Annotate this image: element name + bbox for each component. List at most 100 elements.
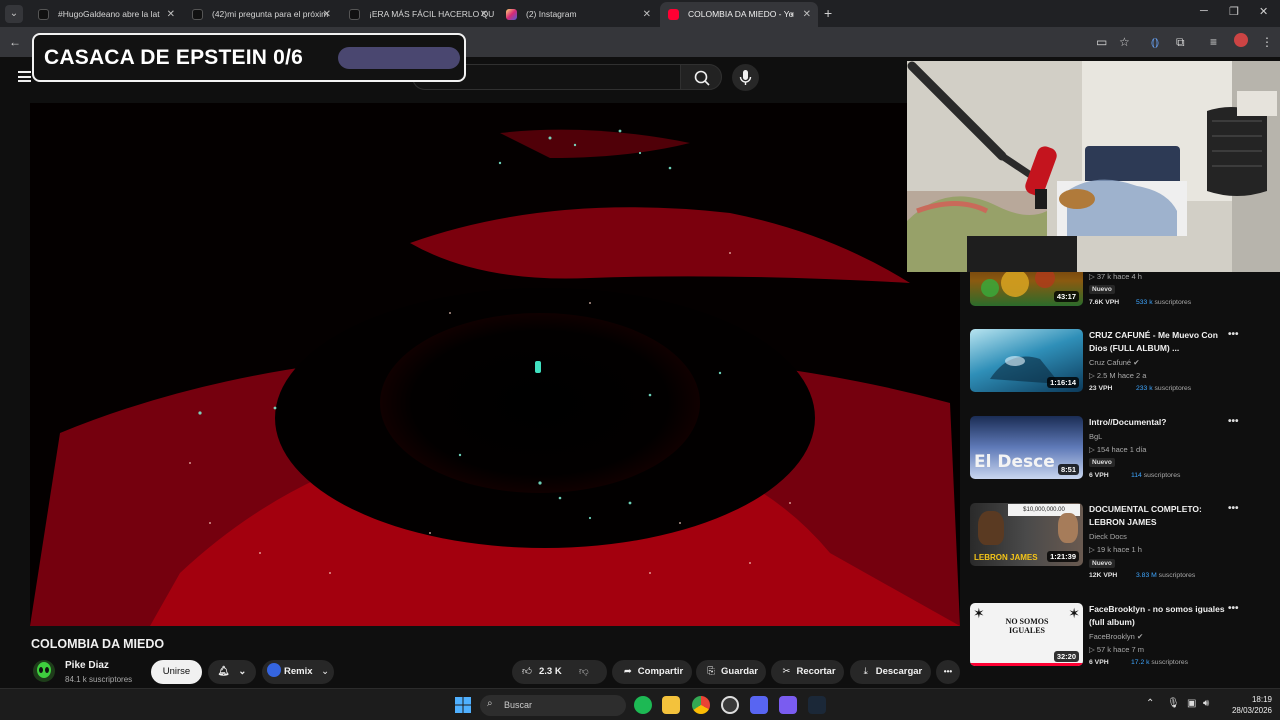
- back-icon[interactable]: ←: [9, 35, 21, 49]
- more-options-icon[interactable]: •••: [1228, 416, 1239, 427]
- windows-taskbar: Buscar ⌕ ⌃ 🎙︎ ▣ 🔊︎ 18:19 28/03/2026: [0, 688, 1280, 720]
- hamburger-menu-icon[interactable]: [18, 71, 31, 82]
- channel-avatar[interactable]: [33, 660, 55, 682]
- discord-icon[interactable]: [750, 696, 768, 714]
- volume-icon[interactable]: 🔊︎: [1203, 698, 1209, 709]
- like-count[interactable]: 2.3 K: [539, 666, 562, 677]
- chrome-icon[interactable]: [692, 696, 710, 714]
- vph-badge: 12K VPH: [1089, 572, 1118, 579]
- channel-name[interactable]: Pike Diaz: [65, 660, 109, 671]
- thumbs-down-icon[interactable]: 👎︎: [579, 660, 589, 684]
- more-options-icon[interactable]: •••: [1228, 329, 1239, 340]
- speaker-icon[interactable]: 🔈︎: [791, 2, 796, 27]
- taskbar-clock[interactable]: 18:19 28/03/2026: [1226, 694, 1272, 716]
- lebron-photo: [978, 511, 1004, 545]
- notifications-button[interactable]: 🔔︎ ⌄: [208, 660, 256, 684]
- channel-label: Cruz Cafuné: [1089, 358, 1132, 367]
- webcam-overlay: [907, 61, 1280, 272]
- tray-overflow-icon[interactable]: ⌃: [1146, 698, 1154, 709]
- tab-close-icon[interactable]: ✕: [167, 2, 175, 27]
- duration-badge: 43:17: [1053, 291, 1079, 302]
- tab-title: ¡ERA MÁS FÁCIL HACERLO QUE: [369, 9, 495, 19]
- close-window-icon[interactable]: ✕: [1259, 5, 1268, 18]
- new-tab-button[interactable]: +: [824, 5, 832, 21]
- recommendation-channel: FaceBrooklyn ✔︎: [1089, 632, 1143, 641]
- taskbar-search-input[interactable]: Buscar: [480, 695, 626, 716]
- clock-date: 28/03/2026: [1231, 706, 1272, 715]
- star-icon: ✶: [1068, 605, 1080, 621]
- recommendation-item[interactable]: 1:16:14 CRUZ CAFUNÉ - Me Muevo Con Dios …: [970, 329, 1245, 395]
- join-button[interactable]: Unirse: [151, 660, 202, 684]
- search-button[interactable]: [680, 64, 722, 90]
- recommendation-title[interactable]: Intro//Documental?: [1089, 416, 1227, 429]
- video-player[interactable]: [30, 103, 960, 626]
- tab-search-button[interactable]: ⌄: [5, 5, 23, 23]
- minimize-icon[interactable]: ─: [1200, 5, 1208, 17]
- recommendation-channel: Dieck Docs: [1089, 532, 1127, 541]
- remix-button[interactable]: Remix ⌄: [262, 660, 334, 684]
- browser-tab[interactable]: (2) Instagram ✕: [498, 2, 658, 27]
- tab-close-icon[interactable]: ✕: [803, 2, 811, 27]
- more-options-icon[interactable]: •••: [1228, 503, 1239, 514]
- bookmark-star-icon[interactable]: ☆: [1119, 35, 1130, 49]
- microphone-tray-icon[interactable]: 🎙︎: [1167, 698, 1180, 709]
- recommendation-channel: Cruz Cafuné ✔︎: [1089, 358, 1140, 367]
- tab-close-icon[interactable]: ✕: [643, 2, 651, 27]
- duration-badge: 8:51: [1057, 464, 1079, 475]
- clock-time: 18:19: [1251, 695, 1272, 704]
- file-explorer-icon[interactable]: [662, 696, 680, 714]
- duration-badge: 1:21:39: [1047, 551, 1079, 562]
- browser-tab-strip: ⌄ #HugoGaldeano abre la lat ✕ (42)mi pre…: [0, 0, 1280, 27]
- browser-menu-icon[interactable]: ⋮: [1261, 35, 1273, 49]
- spotify-icon[interactable]: [634, 696, 652, 714]
- video-thumbnail[interactable]: $10,000,000.00 LEBRON JAMES 1:21:39: [970, 503, 1083, 566]
- thumbnail-text: El Desce: [974, 452, 1055, 472]
- subs-badge: 3.83 M suscriptores: [1136, 572, 1195, 579]
- browser-tab[interactable]: (42)mi pregunta para el próxim ✕: [184, 2, 338, 27]
- network-icon[interactable]: ▣: [1187, 698, 1196, 709]
- app-grid-icon[interactable]: [779, 696, 797, 714]
- video-thumbnail[interactable]: ✶ ✶ NO SOMOS IGUALES 32:20: [970, 603, 1083, 666]
- extension-wave-icon[interactable]: ⦅⦆: [1151, 35, 1159, 50]
- save-button[interactable]: ⎘ Guardar: [696, 660, 766, 684]
- subs-badge: 233 k suscriptores: [1136, 385, 1191, 392]
- video-thumbnail[interactable]: 1:16:14: [970, 329, 1083, 392]
- obs-icon[interactable]: [721, 696, 739, 714]
- recommendation-item[interactable]: $10,000,000.00 LEBRON JAMES 1:21:39 DOCU…: [970, 503, 1245, 579]
- recommendation-title[interactable]: CRUZ CAFUNÉ - Me Muevo Con Dios (FULL AL…: [1089, 329, 1227, 355]
- video-stats: ▷ 37 k hace 4 h: [1089, 272, 1142, 281]
- tab-title: COLOMBIA DA MIEDO - Yo: [688, 9, 794, 19]
- cast-icon[interactable]: ▭: [1096, 35, 1107, 49]
- voice-search-button[interactable]: [732, 64, 759, 91]
- browser-tab-active[interactable]: COLOMBIA DA MIEDO - Yo 🔈︎ ✕: [660, 2, 818, 27]
- tab-close-icon[interactable]: ✕: [323, 2, 331, 27]
- restore-icon[interactable]: ❐: [1229, 5, 1239, 18]
- media-controls-icon[interactable]: ≡: [1210, 35, 1217, 49]
- recommendation-title[interactable]: DOCUMENTAL COMPLETO: LEBRON JAMES: [1089, 503, 1227, 529]
- thumbs-up-icon[interactable]: 👍︎: [522, 660, 536, 684]
- windows-start-icon[interactable]: [455, 697, 471, 718]
- vph-badge: 6 VPH: [1089, 659, 1109, 666]
- video-stats: ▷ 154 hace 1 día: [1089, 445, 1147, 454]
- browser-tab[interactable]: #HugoGaldeano abre la lat ✕: [30, 2, 182, 27]
- share-button[interactable]: ➦ Compartir: [612, 660, 692, 684]
- more-options-icon[interactable]: •••: [1228, 603, 1239, 614]
- tab-close-icon[interactable]: ✕: [480, 2, 488, 27]
- overlay-counter-text: CASACA DE EPSTEIN 0/6: [44, 46, 303, 69]
- subs-label: suscriptores: [1151, 659, 1189, 666]
- subs-value: 17.2 k: [1131, 659, 1150, 666]
- extensions-puzzle-icon[interactable]: ⧉: [1176, 35, 1185, 50]
- video-thumbnail[interactable]: El Desce 8:51: [970, 416, 1083, 479]
- steam-icon[interactable]: [808, 696, 826, 714]
- instagram-icon: [506, 9, 517, 20]
- download-button[interactable]: ⤓ Descargar: [850, 660, 931, 684]
- recommendation-item[interactable]: El Desce 8:51 Intro//Documental? BgL ▷ 1…: [970, 416, 1245, 482]
- recommendation-item[interactable]: ✶ ✶ NO SOMOS IGUALES 32:20 FaceBrooklyn …: [970, 603, 1245, 669]
- screen: ⌄ #HugoGaldeano abre la lat ✕ (42)mi pre…: [0, 0, 1280, 720]
- recommendation-title[interactable]: FaceBrooklyn - no somos iguales (full al…: [1089, 603, 1227, 629]
- clip-label: Recortar: [796, 666, 836, 677]
- clip-button[interactable]: ✂︎ Recortar: [771, 660, 844, 684]
- more-actions-button[interactable]: •••: [936, 660, 960, 684]
- browser-tab[interactable]: ¡ERA MÁS FÁCIL HACERLO QUE ✕: [341, 2, 495, 27]
- profile-avatar[interactable]: [1234, 33, 1248, 47]
